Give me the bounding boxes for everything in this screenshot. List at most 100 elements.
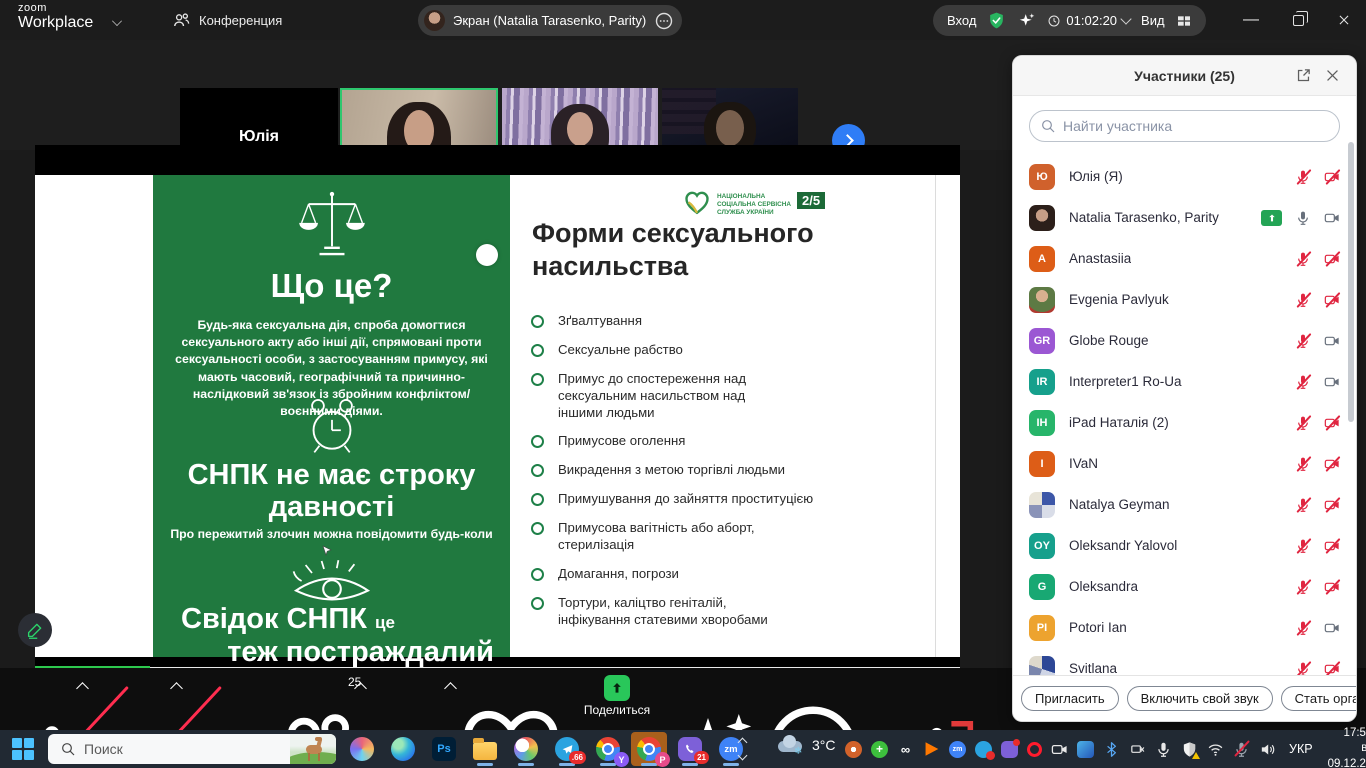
participant-row[interactable]: GR Globe Rouge [1013,320,1356,361]
language-indicator[interactable]: УКР [1289,742,1313,756]
close-button[interactable] [1324,0,1364,40]
circle-bullet-icon [531,344,544,357]
taskbar-scroll-arrows[interactable] [734,732,750,766]
meeting-timer[interactable]: 01:02:20 [1047,13,1130,28]
camera-off-icon[interactable] [1324,169,1340,185]
edge-icon[interactable] [385,732,421,766]
avast-icon[interactable] [923,741,940,758]
search-highlight-image[interactable] [290,734,336,764]
participant-row[interactable]: IH iPad Наталія (2) [1013,402,1356,443]
volume-icon[interactable] [1259,741,1276,758]
titlebar-controls: Вход 01:02:20 Вид [933,5,1206,36]
clock-date[interactable]: 17:54 вт 09.12.25 [1328,726,1366,768]
camera-tray-icon[interactable] [1051,741,1068,758]
scrollbar[interactable] [1348,142,1354,422]
mic-muted-icon[interactable] [1295,620,1311,636]
camera-off-icon[interactable] [1324,538,1340,554]
copilot-icon[interactable] [344,732,380,766]
camera-on-icon[interactable] [1324,210,1340,226]
tab-meeting[interactable]: Конференция [172,0,282,40]
mic-disabled-icon[interactable] [1233,741,1250,758]
chevron-down-icon[interactable] [112,16,122,26]
participant-row[interactable]: Ю Юлія (Я) [1013,156,1356,197]
telegram-tray-icon[interactable] [975,741,992,758]
close-icon[interactable] [1324,67,1341,84]
taskbar-search-input[interactable] [84,741,282,757]
search-input[interactable] [1063,118,1329,134]
participant-row[interactable]: Natalya Geyman [1013,484,1356,525]
mic-muted-icon[interactable] [1295,579,1311,595]
minimize-button[interactable]: — [1231,0,1271,40]
search-icon [60,741,76,757]
creative-cloud-icon[interactable]: ∞ [897,741,914,758]
camera-off-icon[interactable] [1324,251,1340,267]
participant-row[interactable]: OY Oleksandr Yalovol [1013,525,1356,566]
sign-in-button[interactable]: Вход [947,13,976,28]
participant-row[interactable]: Evgenia Pavlyuk [1013,279,1356,320]
viber-icon[interactable]: 21 [672,732,708,766]
paint-icon[interactable] [508,732,544,766]
mic-muted-icon[interactable] [1295,497,1311,513]
file-explorer-icon[interactable] [467,732,503,766]
popout-icon[interactable] [1295,67,1312,84]
microphone-tray-icon[interactable] [1155,741,1172,758]
ai-sparkle-icon[interactable] [1017,11,1036,30]
participant-row[interactable]: IR Interpreter1 Ro-Ua [1013,361,1356,402]
camera-on-icon[interactable] [1324,374,1340,390]
telegram-icon[interactable]: .66 [549,732,585,766]
mic-muted-icon[interactable] [1295,251,1311,267]
opera-tray-icon[interactable] [1027,742,1042,757]
weather-widget[interactable]: ❄ 3°C [776,735,836,755]
mic-muted-icon[interactable] [1295,292,1311,308]
camera-off-icon[interactable] [1324,292,1340,308]
photoshop-icon[interactable]: Ps [426,732,462,766]
shield-check-icon[interactable] [987,11,1006,30]
camera-on-icon[interactable] [1324,620,1340,636]
participant-row[interactable]: PI Potori Ian [1013,607,1356,648]
mic-muted-icon[interactable] [1295,333,1311,349]
chrome-profile-p-icon[interactable]: P [631,732,667,766]
share-screen-button[interactable]: Поделиться [570,675,664,717]
view-grid-icon[interactable] [1176,13,1192,29]
participant-row[interactable]: I IVaN [1013,443,1356,484]
camera-off-icon[interactable] [1324,456,1340,472]
viber-tray-icon[interactable] [1001,741,1018,758]
circle-bullet-icon [531,493,544,506]
participant-row[interactable]: A Anastasiia [1013,238,1356,279]
zoom-tray-icon[interactable]: zm [949,741,966,758]
mic-muted-icon[interactable] [1295,415,1311,431]
mic-on-icon[interactable] [1295,210,1311,226]
mic-muted-icon[interactable] [1295,538,1311,554]
invite-button[interactable]: Пригласить [1021,686,1119,711]
more-options-icon[interactable] [654,11,674,31]
camera-off-icon[interactable] [1324,497,1340,513]
participant-row[interactable]: Natalia Tarasenko, Parity [1013,197,1356,238]
list-item-text: Примус до спостереження над сексуальним … [558,371,746,422]
mic-muted-icon[interactable] [1295,169,1311,185]
security-shield-icon[interactable] [1181,741,1198,758]
restore-button[interactable] [1278,0,1318,40]
view-button[interactable]: Вид [1141,13,1165,28]
avatar: IR [1029,369,1055,395]
chat-options-chevron[interactable] [444,682,457,695]
mic-muted-icon[interactable] [1295,374,1311,390]
tab-shared-screen[interactable]: Экран (Natalia Tarasenko, Parity) [418,5,682,36]
start-button[interactable] [12,738,34,760]
camera-on-icon[interactable] [1324,333,1340,349]
safely-remove-device-icon[interactable] [1129,741,1146,758]
unmute-self-button[interactable]: Включить свой звук [1127,686,1273,711]
camera-off-icon[interactable] [1324,579,1340,595]
bluetooth-icon[interactable] [1103,741,1120,758]
tray-antivirus-icon[interactable]: + [871,741,888,758]
camera-off-icon[interactable] [1324,415,1340,431]
taskbar-search[interactable] [48,734,336,764]
annotate-button[interactable] [18,613,52,647]
participant-search[interactable] [1029,110,1340,142]
chrome-profile-y-icon[interactable]: Y [590,732,626,766]
mic-muted-icon[interactable] [1295,456,1311,472]
claim-host-button[interactable]: Стать организатором [1281,686,1356,711]
network-icon[interactable] [1207,741,1224,758]
photos-tray-icon[interactable] [1077,741,1094,758]
tray-app-icon[interactable] [845,741,862,758]
participant-row[interactable]: G Oleksandra [1013,566,1356,607]
